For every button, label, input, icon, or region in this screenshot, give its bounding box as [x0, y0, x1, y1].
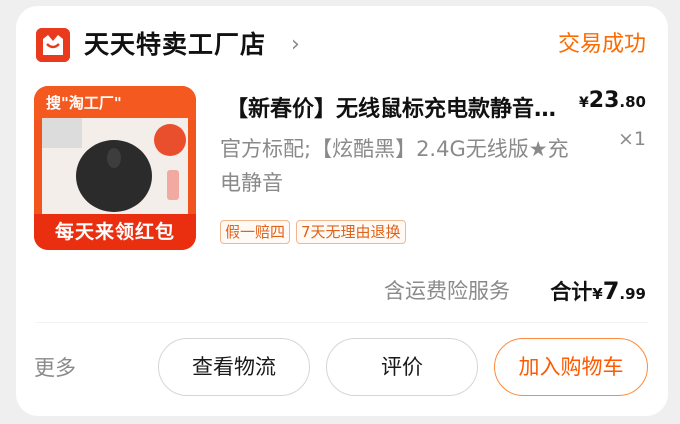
view-logistics-button[interactable]: 查看物流: [158, 338, 310, 396]
service-tags: 假一赔四 7天无理由退换: [220, 220, 406, 244]
total-integer: 7: [602, 277, 620, 305]
shipping-insurance-note: 含运费险服务: [384, 279, 510, 303]
shop-name[interactable]: 天天特卖工厂店: [84, 28, 266, 62]
review-button[interactable]: 评价: [326, 338, 478, 396]
total-label: 合计: [550, 280, 593, 304]
product-title[interactable]: 【新春价】无线鼠标充电款静音办公: [226, 94, 576, 126]
order-total: 合计¥7.99: [550, 276, 646, 309]
more-button[interactable]: 更多: [34, 354, 76, 382]
product-price: ¥23.80: [579, 86, 646, 118]
order-status: 交易成功: [557, 32, 646, 57]
product-quantity: ×1: [617, 128, 646, 150]
product-image-banner: 搜"淘工厂": [34, 86, 196, 120]
divider: [36, 322, 648, 323]
total-decimal: .99: [619, 285, 646, 303]
total-currency: ¥: [592, 285, 603, 303]
product-image-promo: 每天来领红包: [34, 214, 196, 250]
shop-bag-icon[interactable]: [36, 28, 70, 62]
order-card: 天天特卖工厂店 › 交易成功 搜"淘工厂" 每天来领红包 【新春价】无线鼠标充电…: [16, 6, 668, 416]
price-decimal: .80: [619, 93, 646, 111]
add-to-cart-button[interactable]: 加入购物车: [494, 338, 648, 396]
product-image[interactable]: 搜"淘工厂" 每天来领红包: [34, 86, 196, 250]
chevron-right-icon[interactable]: ›: [291, 33, 300, 57]
mouse-photo: [42, 118, 188, 218]
service-tag: 假一赔四: [220, 220, 291, 244]
service-tag: 7天无理由退换: [296, 220, 406, 244]
price-currency: ¥: [579, 95, 589, 111]
price-integer: 23: [588, 88, 620, 113]
product-spec: 官方标配;【炫酷黑】2.4G无线版★充电静音: [220, 137, 569, 195]
